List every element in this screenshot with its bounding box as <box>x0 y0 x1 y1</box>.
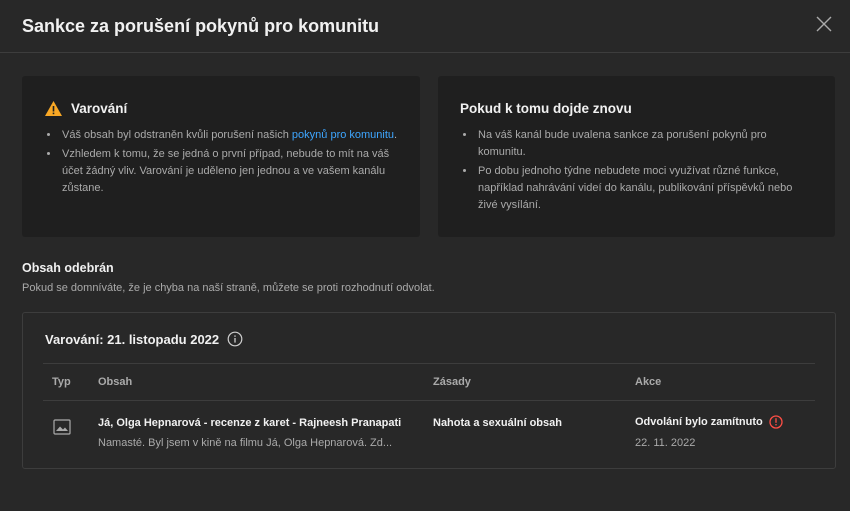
dialog-title: Sankce za porušení pokynů pro komunitu <box>22 16 380 36</box>
action-status-text: Odvolání bylo zamítnuto <box>635 416 763 428</box>
divider <box>43 363 815 364</box>
strike-heading: Varování: 21. listopadu 2022 <box>45 331 243 347</box>
list-item: Vzhledem k tomu, že se jedná o první pří… <box>60 146 398 197</box>
list-item-text: Váš obsah byl odstraněn kvůli porušení n… <box>62 129 292 141</box>
repeat-card: Pokud k tomu dojde znovu Na váš kanál bu… <box>438 76 835 237</box>
policy-cell: Nahota a sexuální obsah <box>433 417 562 429</box>
community-guidelines-link[interactable]: pokynů pro komunitu <box>292 129 394 141</box>
repeat-card-list: Na váš kanál bude uvalena sankce za poru… <box>460 127 813 214</box>
list-item: Váš obsah byl odstraněn kvůli porušení n… <box>60 127 398 144</box>
removed-section-title: Obsah odebrán <box>22 261 114 275</box>
action-date: 22. 11. 2022 <box>635 437 696 449</box>
info-icon[interactable] <box>227 331 243 347</box>
warning-card: Varování Váš obsah byl odstraněn kvůli p… <box>22 76 420 237</box>
column-header-content: Obsah <box>98 376 133 388</box>
warning-card-list: Váš obsah byl odstraněn kvůli porušení n… <box>44 127 398 197</box>
action-status: Odvolání bylo zamítnuto <box>635 415 783 429</box>
warning-card-heading: Varování <box>44 99 398 117</box>
content-description: Namasté. Byl jsem v kině na filmu Já, Ol… <box>98 437 393 449</box>
column-header-type: Typ <box>52 376 71 388</box>
removed-section-subtitle: Pokud se domníváte, že je chyba na naší … <box>22 282 435 294</box>
list-item: Po dobu jednoho týdne nebudete moci využ… <box>476 163 813 214</box>
image-icon <box>53 419 71 435</box>
column-header-policy: Zásady <box>433 376 471 388</box>
warning-card-title: Varování <box>71 100 128 116</box>
strike-heading-text: Varování: 21. listopadu 2022 <box>45 331 220 347</box>
repeat-card-heading: Pokud k tomu dojde znovu <box>460 100 632 116</box>
dialog-header: Sankce za porušení pokynů pro komunitu <box>0 0 850 53</box>
error-info-icon[interactable] <box>769 415 783 429</box>
close-icon[interactable] <box>814 14 834 34</box>
column-header-action: Akce <box>635 376 662 388</box>
warning-triangle-icon <box>45 100 62 116</box>
content-title[interactable]: Já, Olga Hepnarová - recenze z karet - R… <box>98 417 401 429</box>
list-item-punct: . <box>394 129 398 141</box>
divider <box>43 400 815 401</box>
list-item: Na váš kanál bude uvalena sankce za poru… <box>476 127 813 161</box>
strike-panel: Varování: 21. listopadu 2022 Typ Obsah Z… <box>22 312 836 469</box>
